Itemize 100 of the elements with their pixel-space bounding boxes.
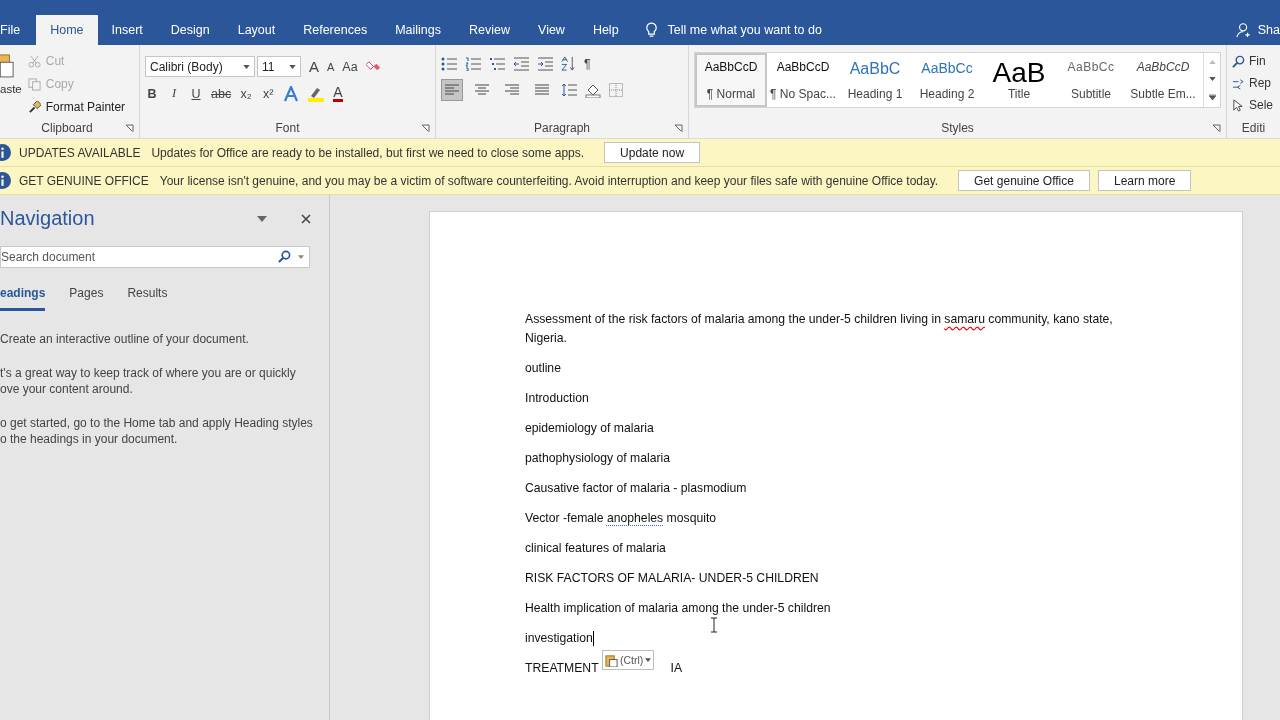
clipboard-command[interactable]: Format Painter — [27, 97, 126, 117]
document-paragraph: clinical features of malaria — [525, 540, 666, 557]
expand-gallery-icon[interactable] — [1208, 94, 1216, 101]
pointer-icon — [1232, 98, 1245, 112]
search-icon — [278, 250, 291, 263]
document-paragraph: RISK FACTORS OF MALARIA- UNDER-5 CHILDREN — [525, 570, 819, 587]
editing-command[interactable]: Sele — [1232, 96, 1275, 114]
search-field[interactable]: Search document — [0, 246, 310, 268]
style-option[interactable]: AaBbCcD ¶ Normal — [695, 53, 767, 107]
ribbon-tab[interactable]: Insert — [97, 15, 157, 45]
format-button[interactable]: U — [189, 86, 203, 101]
font-color-button[interactable]: A — [333, 85, 343, 102]
bullets-icon[interactable] — [441, 56, 457, 71]
lightbulb-icon — [644, 21, 658, 39]
document-paragraph: outline — [525, 360, 561, 377]
pane-title: Navigation — [0, 207, 96, 230]
tell-me-search[interactable]: Tell me what you want to do — [667, 23, 822, 37]
message-button[interactable]: Get genuine Office — [958, 170, 1090, 191]
group-label: Clipboard — [41, 121, 93, 135]
search-icon — [1232, 54, 1245, 68]
style-option[interactable]: AaBbCc Heading 2 — [911, 53, 983, 107]
help-text: o get started, go to the Home tab and apply Heading styles o the headings in your document. — [0, 415, 314, 447]
font-name-dropdown[interactable]: Calibri (Body) — [145, 56, 255, 77]
document-paragraph: Vector -female anopheles mosquito — [525, 510, 717, 527]
format-button[interactable]: x₂ — [239, 86, 254, 101]
group-label: Styles — [941, 121, 974, 135]
ribbon-tab[interactable]: Help — [578, 15, 633, 45]
ribbon-tab[interactable]: Home — [36, 15, 98, 45]
ribbon-tab[interactable]: References — [289, 15, 382, 45]
paste-options-button[interactable]: (Ctrl) — [602, 650, 655, 670]
share-button[interactable]: Sha — [1257, 23, 1280, 37]
help-text: Create an interactive outline of your document. — [0, 331, 250, 347]
style-option[interactable]: AaBbCcD Subtle Em... — [1127, 53, 1199, 107]
message-text: Your license isn't genuine, and you may be a victim of software counterfeiting. Avoid interruption and keep your files safe with genuine Office today. — [159, 173, 939, 188]
sort-icon[interactable] — [561, 56, 576, 71]
message-title: GET GENUINE OFFICE — [19, 173, 149, 188]
show-formatting-button[interactable]: ¶ — [584, 56, 591, 71]
message-text: Updates for Office are ready to be installed, but first we need to close some apps. — [151, 145, 585, 160]
ribbon-tab[interactable]: View — [524, 15, 579, 45]
person-add-icon — [1235, 22, 1252, 38]
help-text: t's a great way to keep track of where you are or quickly ove your content around. — [0, 365, 297, 397]
align-icon — [505, 84, 519, 96]
document-paragraph: Assessment of the risk factors of malaria among the under-5 children living in samaru community, kano state, Nigeria. — [525, 311, 1114, 347]
highlighter-icon[interactable] — [307, 85, 326, 102]
font-size-dropdown[interactable]: 11 — [257, 56, 301, 77]
format-button[interactable]: abc — [211, 86, 232, 101]
document-paragraph: investigation — [525, 630, 594, 648]
style-option[interactable]: AaBbCc Subtitle — [1055, 53, 1127, 107]
clipboard-icon — [605, 653, 618, 667]
group-label: Paragraph — [533, 121, 590, 135]
editing-command[interactable]: Fin — [1232, 52, 1275, 70]
caret-icon[interactable] — [257, 215, 267, 222]
grow-font-button[interactable]: A — [309, 58, 319, 75]
dialog-launcher-icon[interactable] — [674, 124, 683, 133]
pane-tab[interactable]: Pages — [69, 286, 104, 311]
ribbon-tab[interactable]: Mailings — [381, 15, 455, 45]
shrink-font-button[interactable]: A — [327, 60, 335, 73]
align-icon — [535, 84, 549, 96]
style-option[interactable]: AaBbC Heading 1 — [839, 53, 911, 107]
style-option[interactable]: AaB Title — [983, 53, 1055, 107]
format-button[interactable]: B — [145, 86, 159, 101]
message-button[interactable]: Learn more — [1097, 170, 1192, 191]
message-button[interactable]: Update now — [604, 142, 701, 163]
caret-icon — [289, 64, 296, 69]
format-button[interactable]: I — [167, 86, 181, 101]
change-case-button[interactable]: Aa — [342, 59, 358, 74]
document-paragraph: Health implication of malaria among the under-5 children — [525, 600, 831, 617]
numbering-icon[interactable] — [465, 56, 481, 71]
ribbon-tab[interactable]: Design — [156, 15, 224, 45]
scissors-icon — [27, 54, 41, 68]
group-label: Editi — [1241, 121, 1266, 135]
shading-icon[interactable] — [585, 82, 601, 98]
pane-tab[interactable]: eadings — [0, 286, 46, 311]
close-icon[interactable] — [301, 213, 311, 224]
caret-icon — [243, 64, 250, 69]
paintbrush-icon — [27, 100, 41, 114]
scroll-down-icon[interactable] — [1208, 77, 1216, 81]
group-label: Font — [275, 121, 300, 135]
format-button[interactable]: x² — [261, 86, 276, 101]
multilevel-list-icon[interactable] — [489, 56, 505, 71]
message-title: UPDATES AVAILABLE — [19, 145, 141, 160]
paste-button[interactable]: aste — [0, 51, 22, 118]
document-paragraph: epidemiology of malaria — [525, 420, 654, 437]
document-paragraph: IA — [670, 660, 683, 677]
style-option[interactable]: AaBbCcD ¶ No Spac... — [767, 53, 839, 107]
copy-icon — [27, 77, 41, 91]
caret-icon — [298, 255, 304, 259]
ribbon-tab[interactable]: Review — [455, 15, 524, 45]
line-spacing-icon[interactable] — [561, 83, 577, 97]
document-paragraph: Introduction — [525, 390, 589, 407]
editing-command[interactable]: Rep — [1232, 74, 1275, 92]
ribbon-tab[interactable]: File — [0, 15, 37, 45]
caret-icon — [645, 658, 652, 662]
dialog-launcher-icon[interactable] — [125, 124, 134, 133]
dialog-launcher-icon[interactable] — [421, 124, 430, 133]
pane-tab[interactable]: Results — [127, 286, 168, 311]
ribbon-tab[interactable]: Layout — [223, 15, 290, 45]
align-icon — [445, 84, 459, 96]
dialog-launcher-icon[interactable] — [1212, 124, 1221, 133]
text-effects-icon[interactable] — [283, 85, 300, 102]
